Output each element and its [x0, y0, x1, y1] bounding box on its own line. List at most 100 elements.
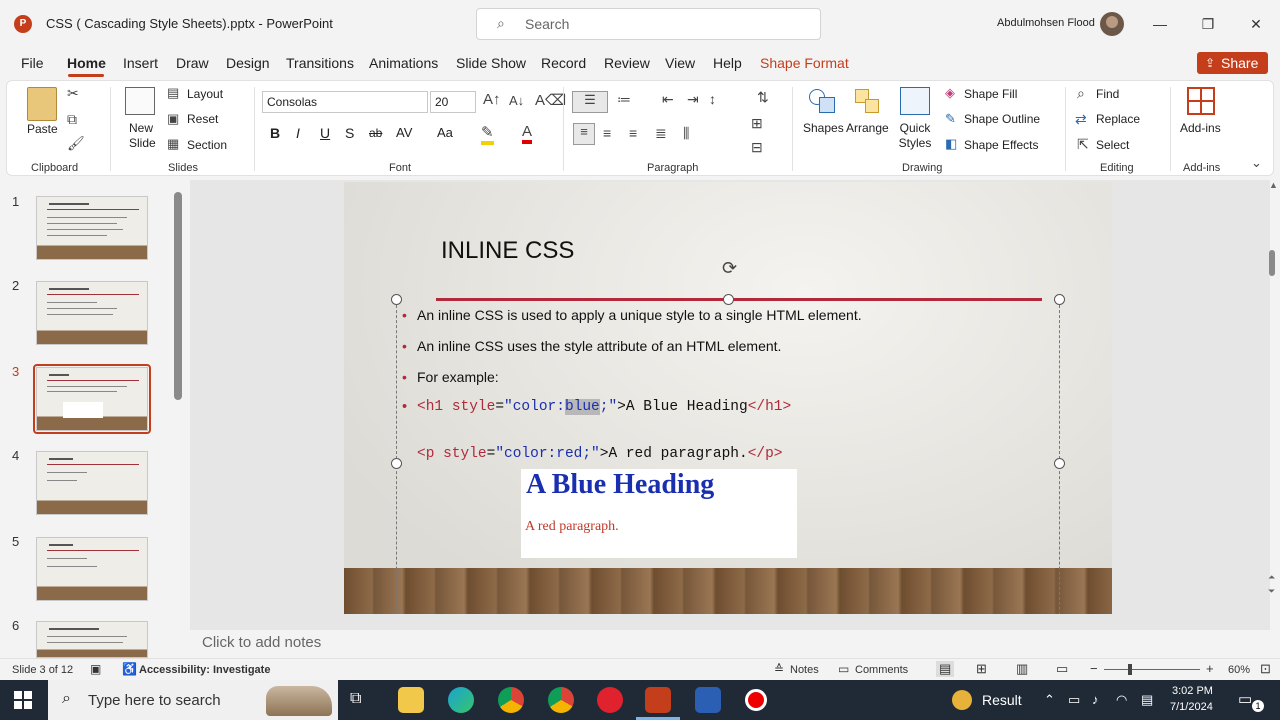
resize-handle[interactable] [723, 294, 734, 305]
normal-view-icon[interactable]: ▤ [936, 661, 955, 677]
file-explorer-icon[interactable] [398, 687, 424, 713]
bullet-item[interactable]: For example: [402, 369, 499, 385]
italic-button[interactable]: I [296, 125, 300, 141]
smartart-icon[interactable]: ⊟ [751, 139, 763, 156]
slide-thumbnail[interactable] [36, 451, 148, 515]
tab-review[interactable]: Review [604, 55, 650, 71]
chrome-icon[interactable] [498, 687, 524, 713]
chrome-profile-icon[interactable] [548, 687, 574, 713]
resize-handle[interactable] [391, 458, 402, 469]
shape-outline-button[interactable]: Shape Outline [964, 112, 1040, 126]
taskbar-search-input[interactable]: ⌕ Type here to search [48, 680, 338, 720]
align-center-icon[interactable]: ≡ [603, 125, 611, 141]
clock-date[interactable]: 7/1/2024 [1170, 701, 1213, 713]
clear-formatting-icon[interactable]: A⌫ [535, 91, 566, 109]
code-line-h1[interactable]: • <h1 style="color:blue;">A Blue Heading<… [402, 399, 791, 415]
strikethrough-button[interactable]: ab [369, 126, 382, 140]
notes-pane[interactable]: Click to add notes [190, 630, 1266, 656]
word-icon[interactable] [695, 687, 721, 713]
align-left-icon[interactable]: ≡ [573, 123, 595, 145]
thumbnail-scrollbar[interactable] [174, 192, 182, 400]
resize-handle[interactable] [391, 294, 402, 305]
copy-icon[interactable]: ⧉ [67, 111, 77, 128]
zoom-in-icon[interactable]: + [1206, 661, 1214, 676]
comments-toggle[interactable]: Comments [855, 664, 908, 676]
rotate-handle-icon[interactable]: ⟳ [722, 258, 737, 279]
bullet-item[interactable]: An inline CSS uses the style attribute o… [402, 338, 781, 354]
avatar[interactable] [1100, 12, 1124, 36]
resize-handle[interactable] [1054, 294, 1065, 305]
reset-button[interactable]: Reset [187, 112, 218, 126]
shadow-button[interactable]: S [345, 125, 354, 141]
search-input[interactable]: ⌕ Search [476, 8, 821, 40]
volume-icon[interactable]: ♪ [1092, 692, 1099, 707]
tab-transitions[interactable]: Transitions [286, 55, 354, 71]
slide-thumbnail[interactable] [36, 621, 148, 658]
line-spacing-icon[interactable]: ↕ [709, 91, 716, 107]
notification-icon[interactable]: ▭ [1238, 690, 1252, 708]
resize-handle[interactable] [1054, 458, 1065, 469]
new-slide-button[interactable]: New Slide [129, 121, 159, 151]
columns-icon[interactable]: ⫼ [683, 125, 689, 142]
format-painter-icon[interactable]: 🖌 [67, 135, 85, 152]
dinosaur-widget-icon[interactable] [266, 686, 332, 716]
tab-insert[interactable]: Insert [123, 55, 158, 71]
result-widget[interactable]: Result [982, 692, 1022, 708]
slide-show-icon[interactable]: ▭ [1056, 661, 1068, 677]
bold-button[interactable]: B [270, 125, 280, 141]
reading-view-icon[interactable]: ▥ [1016, 661, 1028, 677]
scroll-thumb[interactable] [1269, 250, 1275, 276]
replace-button[interactable]: Replace [1096, 112, 1140, 126]
slide-thumbnail[interactable] [36, 281, 148, 345]
paste-icon[interactable] [27, 87, 57, 121]
bullets-icon[interactable]: ☰ [572, 91, 608, 113]
selected-text[interactable]: blue [564, 399, 600, 415]
accessibility-status[interactable]: Accessibility: Investigate [139, 664, 270, 676]
font-color-icon[interactable]: A [522, 123, 533, 144]
bullet-item[interactable]: An inline CSS is used to apply a unique … [402, 307, 862, 323]
quick-styles-button[interactable]: Quick Styles [895, 121, 935, 151]
network-icon[interactable]: ◠ [1116, 692, 1127, 708]
collapse-ribbon-icon[interactable]: ⌄ [1251, 155, 1262, 171]
close-button[interactable]: ✕ [1244, 12, 1268, 36]
tab-slide-show[interactable]: Slide Show [456, 55, 526, 71]
share-button[interactable]: ⇪ Share [1197, 52, 1268, 74]
next-slide-icon[interactable]: ⏷ [1268, 586, 1275, 597]
section-button[interactable]: Section [187, 138, 227, 152]
task-view-icon[interactable]: ⧉ [350, 690, 361, 708]
zoom-slider[interactable] [1104, 669, 1200, 670]
zoom-out-icon[interactable]: − [1090, 661, 1098, 676]
clock-time[interactable]: 3:02 PM [1172, 685, 1213, 697]
minimize-button[interactable]: — [1148, 12, 1172, 36]
find-button[interactable]: Find [1096, 87, 1119, 101]
powerpoint-taskbar-icon[interactable] [645, 687, 671, 713]
opera-icon[interactable] [597, 687, 623, 713]
decrease-indent-icon[interactable]: ⇤ [662, 91, 674, 108]
user-name[interactable]: Abdulmohsen Flood [997, 17, 1095, 29]
arrange-button[interactable]: Arrange [846, 121, 889, 135]
code-line-p[interactable]: <p style="color:red;">A red paragraph.</… [417, 446, 783, 462]
battery-icon[interactable]: ▭ [1068, 692, 1080, 708]
increase-indent-icon[interactable]: ⇥ [687, 91, 699, 108]
notes-toggle[interactable]: Notes [790, 664, 819, 676]
character-spacing-button[interactable]: AV [396, 125, 412, 140]
slide[interactable]: INLINE CSS ⟳ An inline CSS is used to ap… [344, 182, 1112, 614]
edge-icon[interactable] [448, 687, 474, 713]
increase-font-icon[interactable]: A↑ [483, 91, 501, 108]
slide-title[interactable]: INLINE CSS [441, 237, 574, 265]
add-ins-button[interactable]: Add-ins [1180, 121, 1221, 135]
layout-button[interactable]: Layout [187, 87, 223, 101]
font-name-select[interactable]: Consolas [262, 91, 428, 113]
tab-help[interactable]: Help [713, 55, 742, 71]
change-case-button[interactable]: Aa [437, 125, 453, 140]
maximize-button[interactable]: ❐ [1196, 12, 1220, 36]
tab-view[interactable]: View [665, 55, 695, 71]
align-text-icon[interactable]: ⊞ [751, 115, 763, 132]
previous-slide-icon[interactable]: ⏶ [1268, 572, 1275, 583]
tab-file[interactable]: File [21, 55, 44, 71]
windows-start-icon[interactable] [14, 691, 32, 709]
decrease-font-icon[interactable]: A↓ [509, 93, 524, 108]
shapes-button[interactable]: Shapes [803, 121, 844, 135]
spelling-icon[interactable]: ▣ [90, 662, 101, 676]
shape-fill-button[interactable]: Shape Fill [964, 87, 1017, 101]
